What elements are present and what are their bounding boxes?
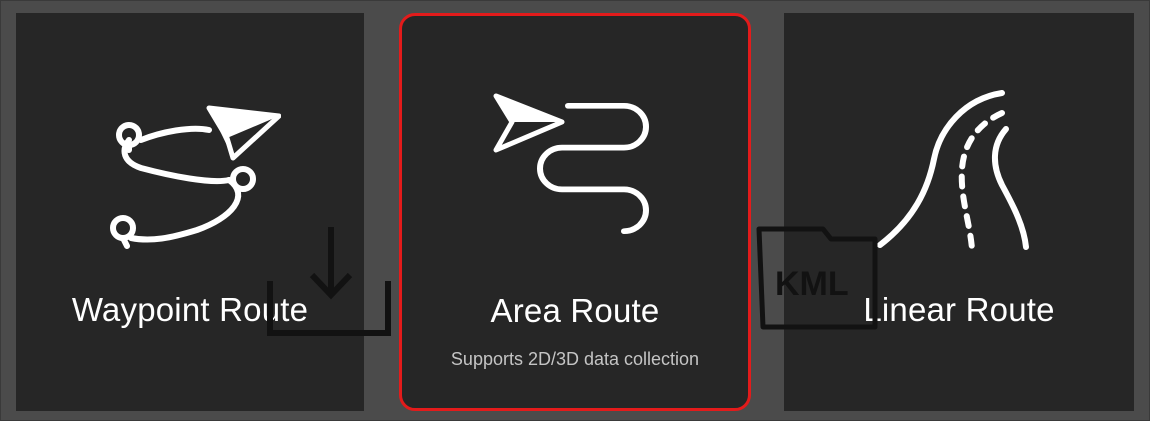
linear-route-title: Linear Route	[863, 291, 1055, 328]
linear-route-card[interactable]: Linear Route	[784, 13, 1134, 411]
area-route-title: Area Route	[490, 292, 660, 329]
area-route-icon	[493, 93, 649, 235]
waypoint-route-title: Waypoint Route	[71, 291, 309, 328]
area-route-subtitle: Supports 2D/3D data collection	[450, 349, 700, 369]
route-type-selector: Waypoint Route Area Route Supports 2D/3D…	[0, 0, 1150, 421]
waypoint-route-icon	[110, 105, 281, 249]
waypoint-route-card[interactable]: Waypoint Route	[16, 13, 364, 411]
area-route-card[interactable]: Area Route Supports 2D/3D data collectio…	[399, 13, 751, 411]
linear-route-icon	[877, 90, 1029, 252]
